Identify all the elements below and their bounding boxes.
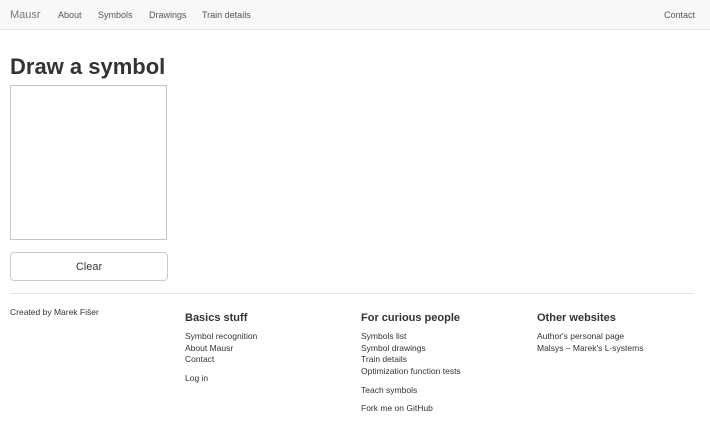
- footer-link-symbol-drawings[interactable]: Symbol drawings: [361, 343, 426, 354]
- footer-column-curious: For curious people Symbols list Symbol d…: [361, 311, 461, 413]
- nav-contact[interactable]: Contact: [664, 0, 695, 30]
- footer-link-optimization-tests[interactable]: Optimization function tests: [361, 366, 461, 377]
- nav-about[interactable]: About: [58, 0, 82, 30]
- footer-link-personal-page[interactable]: Author's personal page: [537, 331, 624, 342]
- footer-heading-other: Other websites: [537, 312, 616, 324]
- footer-heading-basics: Basics stuff: [185, 312, 248, 324]
- page-title: Draw a symbol: [10, 54, 166, 79]
- footer-link-symbols-list[interactable]: Symbols list: [361, 331, 406, 342]
- footer-link-log-in[interactable]: Log in: [185, 373, 208, 384]
- footer-column-basics: Basics stuff Symbol recognition About Ma…: [185, 311, 257, 383]
- top-navbar: Mausr About Symbols Drawings Train detai…: [0, 0, 710, 30]
- brand-link[interactable]: Mausr: [10, 0, 41, 30]
- nav-symbols[interactable]: Symbols: [98, 0, 133, 30]
- footer-link-symbol-recognition[interactable]: Symbol recognition: [185, 331, 257, 342]
- footer-link-teach-symbols[interactable]: Teach symbols: [361, 385, 417, 396]
- footer-link-contact[interactable]: Contact: [185, 354, 214, 365]
- footer-link-about-mausr[interactable]: About Mausr: [185, 343, 233, 354]
- footer-link-github[interactable]: Fork me on GitHub: [361, 403, 433, 414]
- nav-train-details[interactable]: Train details: [202, 0, 251, 30]
- footer-credit: Created by Marek Fišer: [10, 307, 99, 317]
- nav-drawings[interactable]: Drawings: [149, 0, 187, 30]
- clear-button[interactable]: Clear: [10, 252, 168, 281]
- drawing-canvas[interactable]: [10, 85, 167, 240]
- footer-column-other: Other websites Author's personal page Ma…: [537, 311, 643, 353]
- footer-link-malsys[interactable]: Malsys – Marek's L-systems: [537, 343, 643, 354]
- footer-divider: [10, 293, 694, 294]
- footer-heading-curious: For curious people: [361, 312, 461, 324]
- footer-link-train-details[interactable]: Train details: [361, 354, 407, 365]
